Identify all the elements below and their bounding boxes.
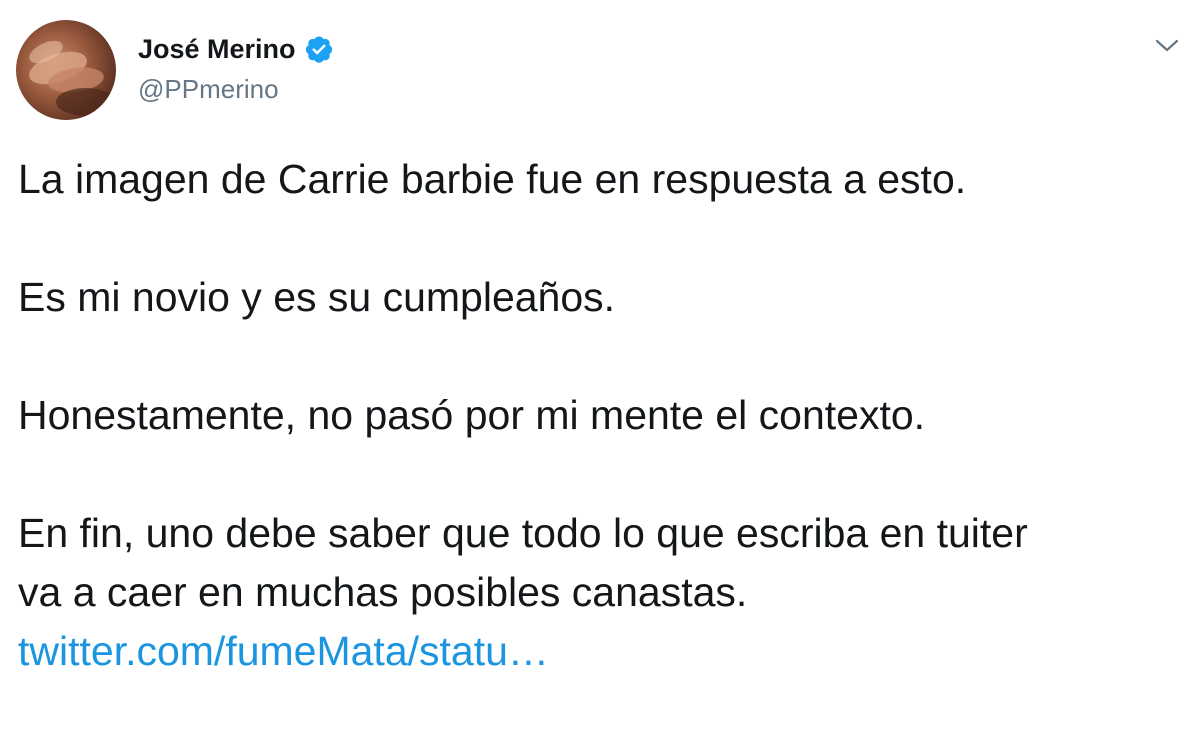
tweet-card: José Merino @PPmerino La imagen de Carri…: [0, 0, 1200, 738]
verified-badge-icon: [304, 34, 334, 64]
author-handle[interactable]: @PPmerino: [138, 74, 279, 105]
tweet-line: En fin, uno debe saber que todo lo que e…: [18, 510, 1028, 556]
chevron-down-icon[interactable]: [1154, 36, 1180, 56]
tweet-line: La imagen de Carrie barbie fue en respue…: [18, 156, 967, 202]
tweet-paragraph: Honestamente, no pasó por mi mente el co…: [18, 386, 1188, 445]
tweet-link[interactable]: twitter.com/fumeMata/statu…: [18, 622, 1188, 681]
tweet-line: va a caer en muchas posibles canastas.: [18, 569, 748, 615]
avatar[interactable]: [16, 20, 116, 120]
tweet-paragraph: Es mi novio y es su cumpleaños.: [18, 268, 1188, 327]
tweet-paragraph: En fin, uno debe saber que todo lo que e…: [18, 504, 1188, 681]
profile-photo-icon: [29, 40, 116, 116]
tweet-line: Honestamente, no pasó por mi mente el co…: [18, 392, 926, 438]
author-name-row: José Merino: [138, 30, 334, 68]
display-name[interactable]: José Merino: [138, 34, 296, 65]
tweet-line: Es mi novio y es su cumpleaños.: [18, 274, 616, 320]
tweet-text: La imagen de Carrie barbie fue en respue…: [18, 150, 1188, 681]
tweet-paragraph: La imagen de Carrie barbie fue en respue…: [18, 150, 1188, 209]
